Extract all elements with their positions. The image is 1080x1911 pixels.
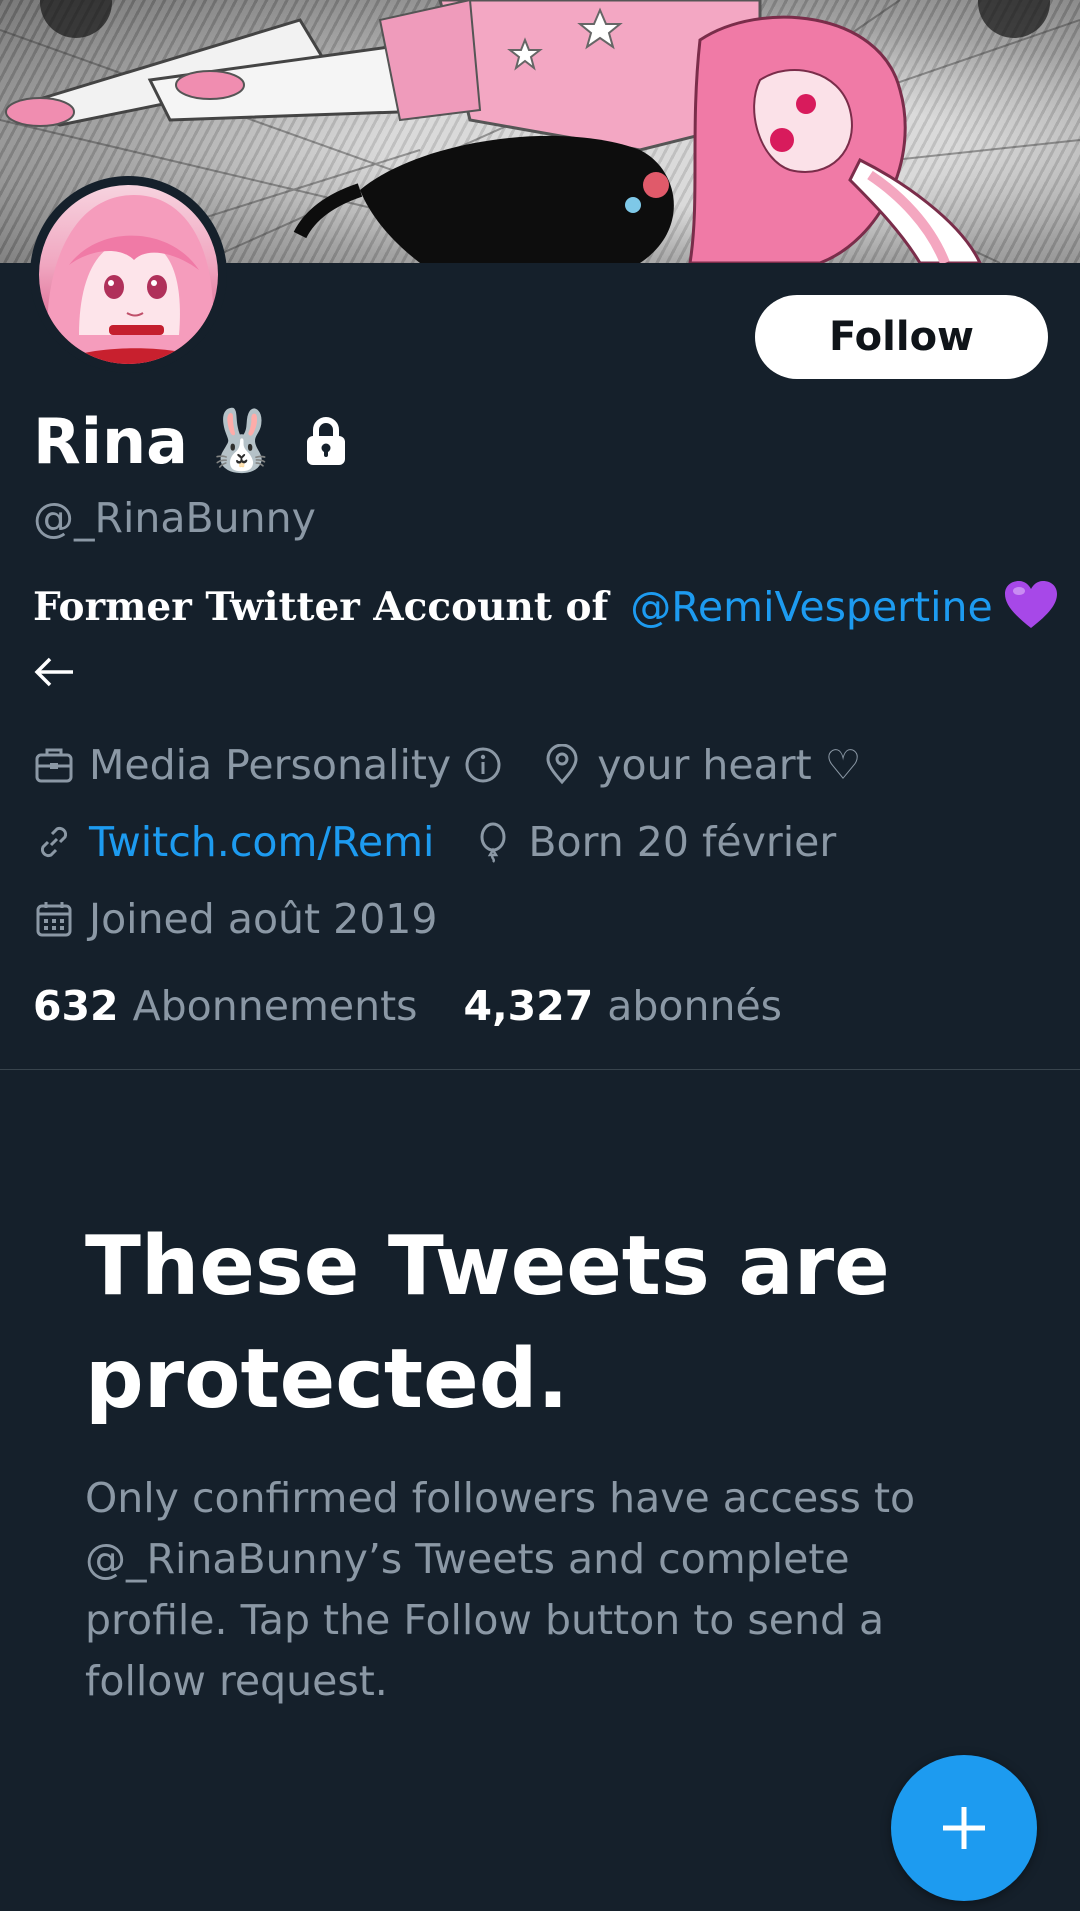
avatar[interactable] <box>30 176 227 373</box>
bio-mention-link[interactable]: @RemiVespertine <box>630 583 992 631</box>
section-divider <box>0 1069 1080 1070</box>
avatar-image <box>39 185 218 364</box>
following-stat[interactable]: 632 Abonnements <box>33 982 418 1030</box>
website-item[interactable]: Twitch.com/Remi <box>33 818 434 866</box>
followers-label: abonnés <box>607 982 783 1030</box>
balloon-icon <box>480 822 506 863</box>
rabbit-emoji: 🐰 <box>203 406 279 476</box>
follow-stats: 632 Abonnements 4,327 abonnés <box>33 982 782 1030</box>
location-pin-icon <box>546 744 578 785</box>
follow-button[interactable]: Follow <box>755 295 1048 379</box>
location-text: your heart ♡ <box>597 741 862 789</box>
bio-text: Former Twitter Account of <box>33 584 609 630</box>
location-item: your heart ♡ <box>541 741 861 789</box>
following-count: 632 <box>33 982 119 1030</box>
name-row: Rina 🐰 <box>33 404 347 478</box>
meta-row-1: Media Personality your heart ♡ <box>33 741 861 789</box>
arrow-left-icon <box>34 657 73 687</box>
following-label: Abonnements <box>132 982 418 1030</box>
profile-bio: Former Twitter Account of @RemiVespertin… <box>33 580 1059 634</box>
briefcase-icon <box>35 748 73 783</box>
joined-text: Joined août 2019 <box>89 895 438 943</box>
purple-heart-emoji <box>1003 580 1059 634</box>
calendar-icon <box>36 902 72 937</box>
protected-description: Only confirmed followers have access to … <box>85 1474 916 1705</box>
followers-count: 4,327 <box>463 982 594 1030</box>
website-link[interactable]: Twitch.com/Remi <box>89 818 434 866</box>
profile-handle: @_RinaBunny <box>33 494 316 542</box>
category-item[interactable]: Media Personality <box>33 741 503 789</box>
birthday-item: Born 20 février <box>472 818 836 866</box>
birthday-text: Born 20 février <box>528 818 837 866</box>
compose-button[interactable] <box>891 1755 1037 1901</box>
lock-icon <box>305 416 347 466</box>
category-text: Media Personality <box>89 741 452 789</box>
plus-icon <box>943 1807 985 1849</box>
meta-row-2: Twitch.com/Remi Born 20 février <box>33 818 836 866</box>
followers-stat[interactable]: 4,327 abonnés <box>464 982 782 1030</box>
protected-title: These Tweets are protected. <box>85 1219 890 1427</box>
meta-row-3: Joined août 2019 <box>33 895 437 943</box>
display-name: Rina <box>33 404 188 478</box>
info-icon[interactable] <box>463 745 503 785</box>
profile-page: Follow Rina 🐰 @_RinaBunny Former Twitter… <box>0 0 1080 1911</box>
joined-item: Joined août 2019 <box>33 895 437 943</box>
link-icon <box>40 826 68 858</box>
